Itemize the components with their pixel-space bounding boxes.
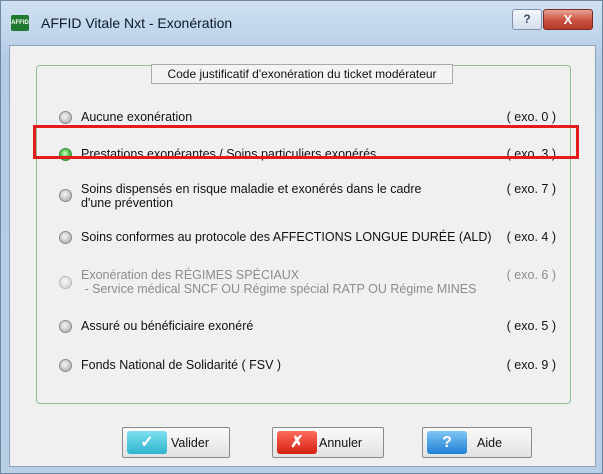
selection-highlight-box	[33, 125, 579, 159]
option-label-line1: Exonération des RÉGIMES SPÉCIAUX	[81, 268, 300, 282]
dialog-body: Code justificatif d'exonération du ticke…	[9, 45, 596, 467]
validate-button[interactable]: ✓ Valider	[122, 427, 230, 458]
option-label: Assuré ou bénéficiaire exonéré	[81, 319, 254, 333]
option-label: Soins conformes au protocole des AFFECTI…	[81, 230, 492, 244]
app-logo-icon: AFFID	[11, 15, 29, 31]
radio-button-disabled	[59, 276, 72, 289]
option-code: ( exo. 7 )	[506, 182, 556, 196]
help-button[interactable]: ? Aide	[422, 427, 532, 458]
cancel-button[interactable]: ✗ Annuler	[272, 427, 384, 458]
close-button[interactable]: X	[543, 9, 593, 30]
option-label-line1: Soins dispensés en risque maladie et exo…	[81, 182, 422, 196]
option-label-line2: d'une prévention	[81, 196, 174, 210]
exoneration-group: Code justificatif d'exonération du ticke…	[36, 64, 571, 404]
radio-button[interactable]	[59, 231, 72, 244]
option-code: ( exo. 5 )	[506, 319, 556, 333]
help-title-button[interactable]: ?	[512, 9, 542, 30]
option-label: Soins dispensés en risque maladie et exo…	[81, 182, 422, 210]
window-title: AFFID Vitale Nxt - Exonération	[41, 15, 233, 31]
cancel-label: Annuler	[319, 436, 363, 450]
validate-label: Valider	[171, 436, 209, 450]
option-label: Aucune exonération	[81, 110, 193, 124]
radio-button[interactable]	[59, 111, 72, 124]
help-label: Aide	[477, 436, 503, 450]
checkmark-icon: ✓	[127, 431, 167, 454]
radio-button[interactable]	[59, 189, 72, 202]
radio-button[interactable]	[59, 320, 72, 333]
radio-button[interactable]	[59, 359, 72, 372]
dialog-window: AFFID AFFID Vitale Nxt - Exonération ? X…	[0, 0, 603, 474]
help-icon: ?	[427, 431, 467, 454]
option-code: ( exo. 0 )	[506, 110, 556, 124]
option-code: ( exo. 4 )	[506, 230, 556, 244]
cross-icon: ✗	[277, 431, 317, 454]
title-bar[interactable]: AFFID AFFID Vitale Nxt - Exonération ? X	[1, 1, 602, 45]
option-label-line2: - Service médical SNCF OU Régime spécial…	[81, 282, 477, 296]
option-label: Fonds National de Solidarité ( FSV )	[81, 358, 282, 372]
option-code: ( exo. 6 )	[506, 268, 556, 282]
group-title: Code justificatif d'exonération du ticke…	[151, 64, 453, 84]
option-code: ( exo. 9 )	[506, 358, 556, 372]
option-label: Exonération des RÉGIMES SPÉCIAUX - Servi…	[81, 268, 476, 296]
